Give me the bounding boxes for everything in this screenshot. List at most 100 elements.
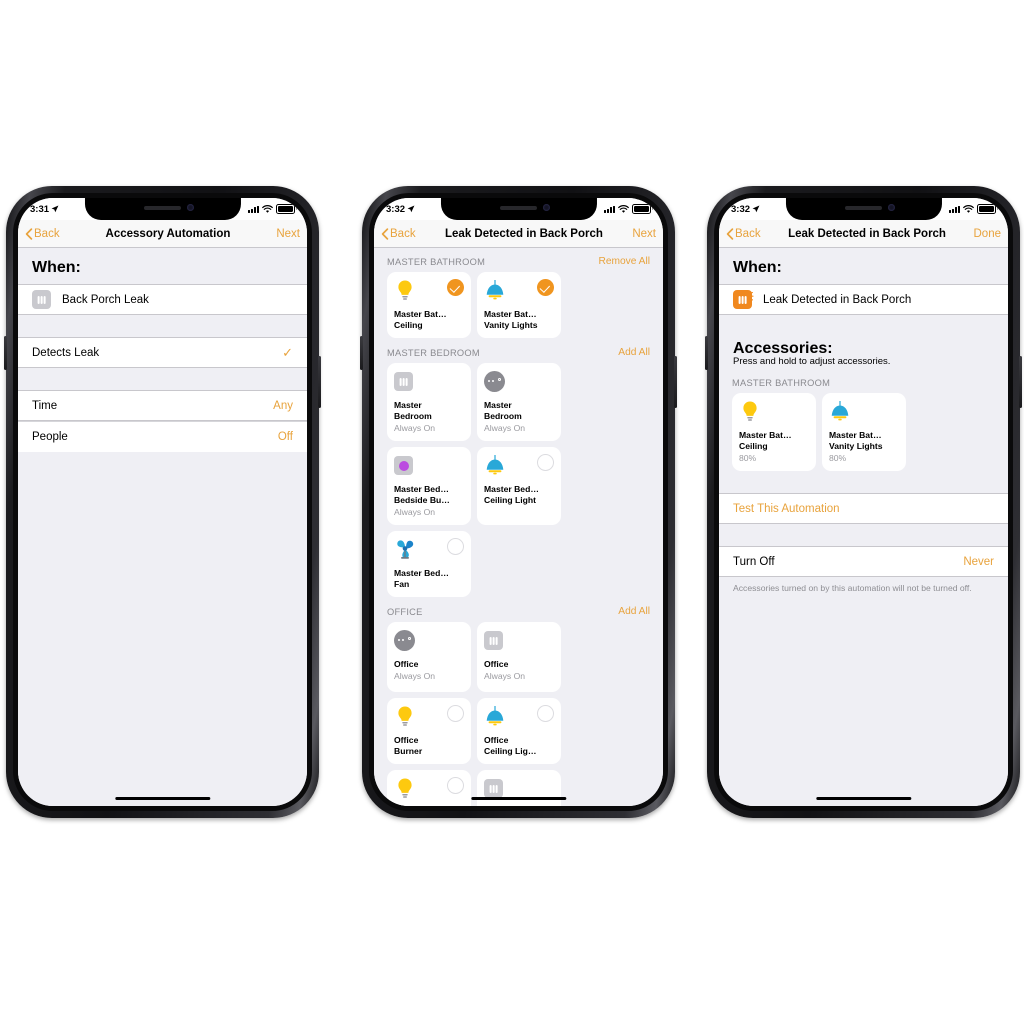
accessory-card[interactable]: Office Always On [477,622,561,692]
accessory-card-top [394,538,464,564]
notch [785,198,942,220]
turn-off-row[interactable]: Turn Off Never [719,546,1008,577]
accessory-card-top [484,279,554,305]
cellular-bars-icon [949,205,960,213]
pendant-lamp-icon [486,706,504,726]
remove-all-button[interactable]: Remove All [598,256,650,267]
location-arrow-icon [752,205,760,213]
battery-icon [276,203,297,215]
accessory-card-top [394,279,464,305]
selected-check-icon[interactable] [537,279,554,296]
accessory-card-top [394,629,464,655]
phone-3-volume-button[interactable] [705,336,708,370]
accessory-card[interactable]: Office Ceiling Lig… [477,698,561,764]
accessory-card-top [394,454,464,480]
status-time: 3:32 [731,203,751,215]
phone-1-bezel: 3:31 Back Accessory Automation Next When… [13,193,312,811]
accessory-card[interactable]: Master Bat… Ceiling 80% [732,393,816,471]
test-automation-row[interactable]: Test This Automation [719,493,1008,524]
accessory-card-top [394,777,464,803]
pendant-lamp-icon [486,455,504,475]
when-heading: When: [733,259,782,276]
chevron-left-icon [726,227,734,240]
phone-3-nav-bar: Back Leak Detected in Back Porch Done [719,220,1008,248]
selected-check-icon[interactable] [447,279,464,296]
accessory-card-name: Master Bat… Ceiling [739,430,792,451]
accessory-card[interactable]: OfficeDesk Light… [387,770,471,806]
status-time: 3:31 [30,203,50,215]
turn-off-value: Never [963,555,994,568]
home-indicator[interactable] [815,796,912,800]
select-circle-icon[interactable] [447,705,464,722]
accessory-card-name: Office [394,659,419,669]
accessory-card[interactable]: Office Always On [387,622,471,692]
add-all-button[interactable]: Add All [618,606,650,617]
leak-wave-icon [750,292,754,301]
home-indicator[interactable] [114,796,211,800]
next-button[interactable]: Next [632,228,656,240]
accessory-card-top [394,370,464,396]
accessory-card-top [484,454,554,480]
earpiece-speaker [499,206,538,210]
accessory-card[interactable]: OfficeEve MotionAlways On [477,770,561,806]
front-camera-icon [888,204,896,211]
trigger-row[interactable]: Leak Detected in Back Porch [719,284,1008,315]
status-right [248,203,297,215]
checkmark-icon: ✓ [282,344,293,360]
accessory-card-name: Master Bed… Ceiling Light [484,484,539,505]
bulb-icon [398,706,412,726]
trigger-label: Leak Detected in Back Porch [763,293,912,306]
back-button[interactable]: Back [726,228,761,240]
turn-off-label: Turn Off [733,555,775,568]
wifi-icon [618,204,629,213]
accessory-card-state: Always On [394,423,436,433]
wifi-icon [262,204,273,213]
phone-2-volume-button[interactable] [360,336,363,370]
accessory-card-state: 80% [739,453,757,463]
accessory-card[interactable]: Master Bat… Vanity Lights 80% [822,393,906,471]
phone-1-volume-button[interactable] [4,336,7,370]
accessory-card[interactable]: Master Bedroom Always On [477,363,561,441]
phone-2-power-button[interactable] [674,356,677,408]
people-row[interactable]: People Off [18,421,307,452]
sensor-square-icon [484,631,503,650]
trigger-row[interactable]: Back Porch Leak [18,284,307,315]
phone-3-power-button[interactable] [1019,356,1022,408]
accessory-card-state: Always On [394,507,436,517]
done-button[interactable]: Done [974,228,1002,240]
group-header: MASTER BATHROOM [719,376,1008,393]
accessory-card[interactable]: Master Bat… Vanity Lights [477,272,561,338]
select-circle-icon[interactable] [537,454,554,471]
accessory-card-name: Office Burner [394,735,423,756]
motion-sensor-icon [394,630,415,651]
section-header: MASTER BATHROOM Remove All [374,247,663,272]
back-button[interactable]: Back [25,228,60,240]
accessory-card-name: Office Ceiling Lig… [484,735,537,756]
select-circle-icon[interactable] [447,777,464,794]
phone-2-content: MASTER BATHROOM Remove All Master Bat… Ceil… [374,247,663,806]
accessory-card[interactable]: Master Bed… Fan [387,531,471,597]
add-all-button[interactable]: Add All [618,347,650,358]
accessory-card[interactable]: Master Bedroom Always On [387,363,471,441]
when-heading: When: [32,259,81,276]
accessory-card[interactable]: Master Bat… Ceiling [387,272,471,338]
back-button[interactable]: Back [381,228,416,240]
time-row[interactable]: Time Any [18,390,307,421]
select-circle-icon[interactable] [537,705,554,722]
next-button[interactable]: Next [276,228,300,240]
accessory-card[interactable]: Master Bed… Bedside Bu… Always On [387,447,471,525]
phone-1-power-button[interactable] [318,356,321,408]
condition-row[interactable]: Detects Leak ✓ [18,337,307,368]
page-title: Accessory Automation [105,227,231,240]
accessory-grid: Master Bat… Ceiling 80% Master Bat… Vanity L… [719,393,1008,471]
bulb-icon [398,280,412,300]
section-label: MASTER BEDROOM [387,347,480,358]
home-indicator[interactable] [470,796,567,800]
accessory-card[interactable]: Master Bed… Ceiling Light [477,447,561,525]
pendant-lamp-icon [486,280,504,300]
people-row-value: Off [277,431,293,443]
test-automation-link: Test This Automation [733,502,840,515]
status-right [604,203,653,215]
select-circle-icon[interactable] [447,538,464,555]
accessory-card[interactable]: Office Burner [387,698,471,764]
